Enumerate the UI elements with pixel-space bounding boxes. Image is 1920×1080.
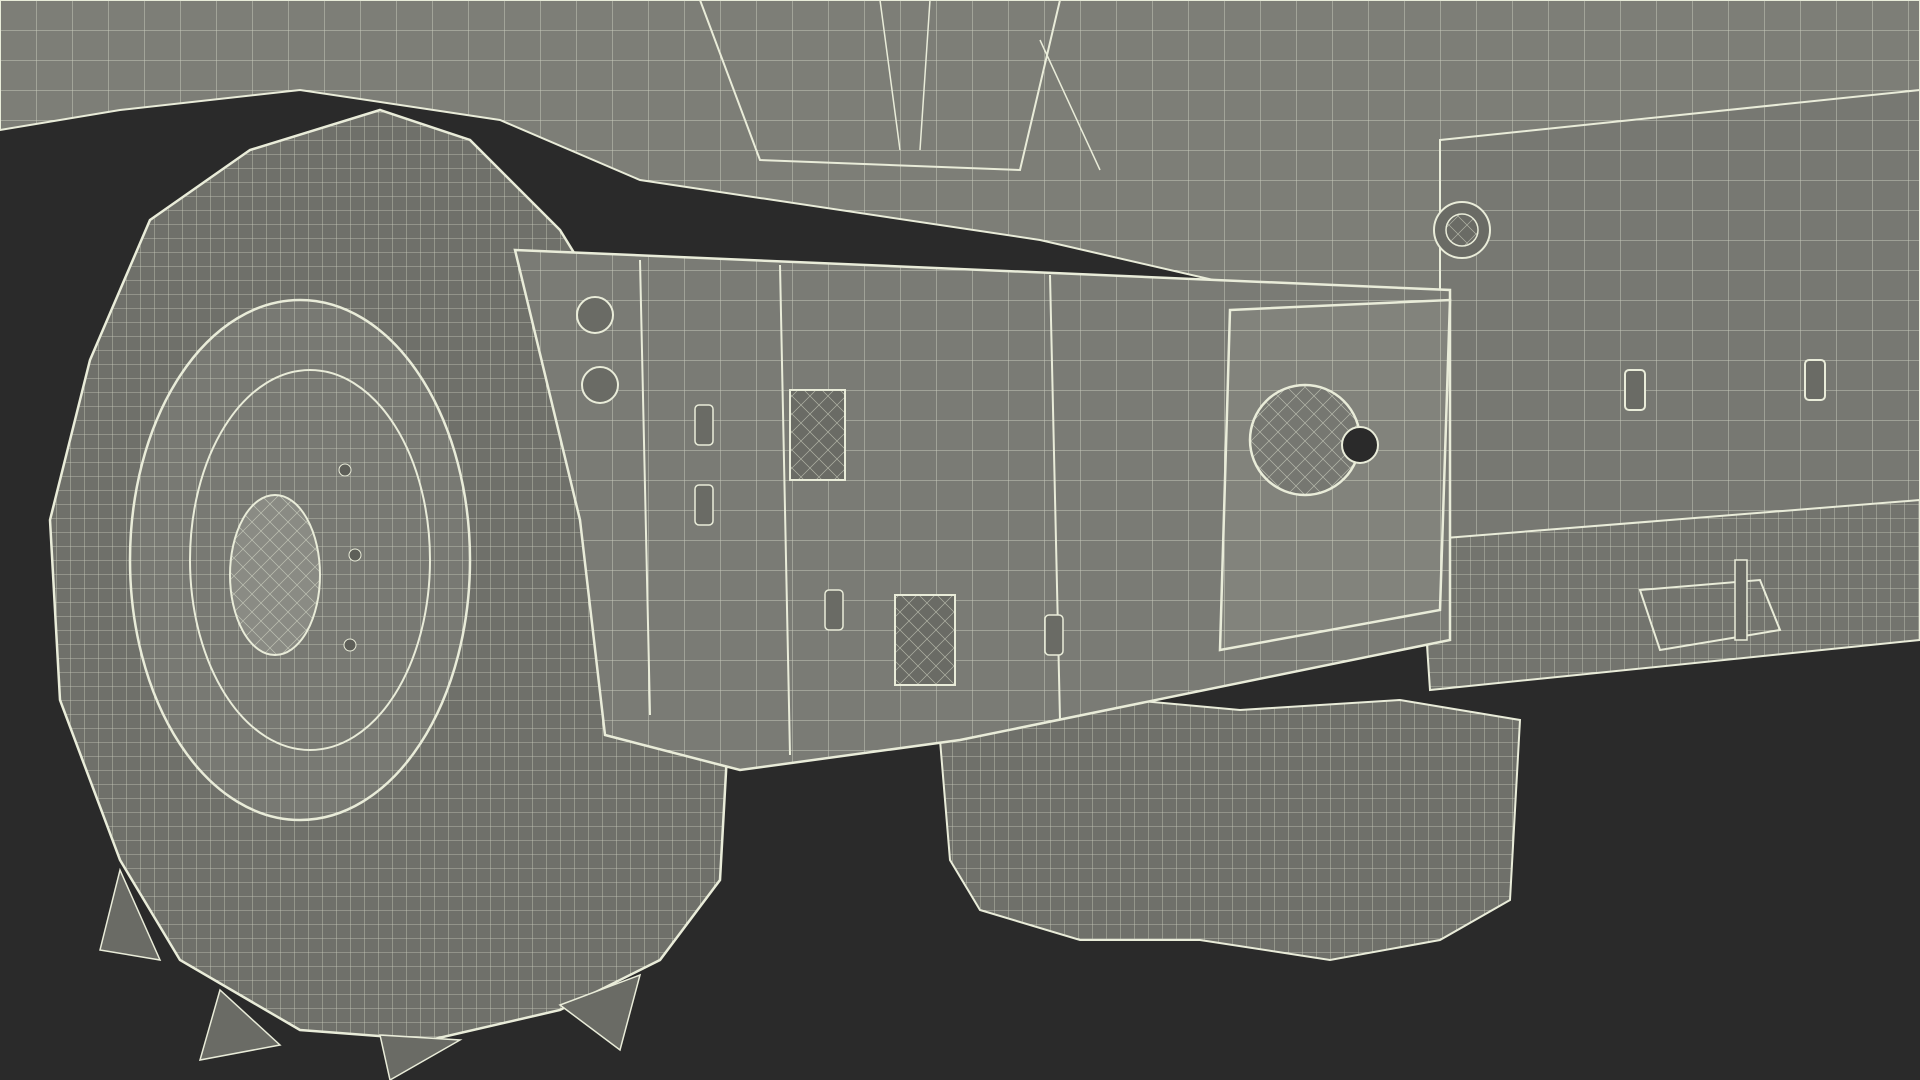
rear-wheel: [938, 698, 1522, 962]
box-latch: [694, 404, 714, 446]
rim: [128, 298, 472, 822]
box-latch: [694, 484, 714, 526]
gauge-dial: [581, 366, 619, 404]
panel-latch: [1624, 369, 1646, 411]
tow-hook: [1734, 559, 1748, 641]
gauge-dial: [576, 296, 614, 334]
lug-nut: [348, 548, 362, 562]
panel-latch: [1804, 359, 1826, 401]
end-cap: [1218, 298, 1452, 652]
box-latch: [824, 589, 844, 631]
wireframe-render: [0, 0, 1920, 1080]
connector-port: [1341, 426, 1379, 464]
box-latch: [1044, 614, 1064, 656]
lug-nut: [338, 463, 352, 477]
lug-nut: [343, 638, 357, 652]
